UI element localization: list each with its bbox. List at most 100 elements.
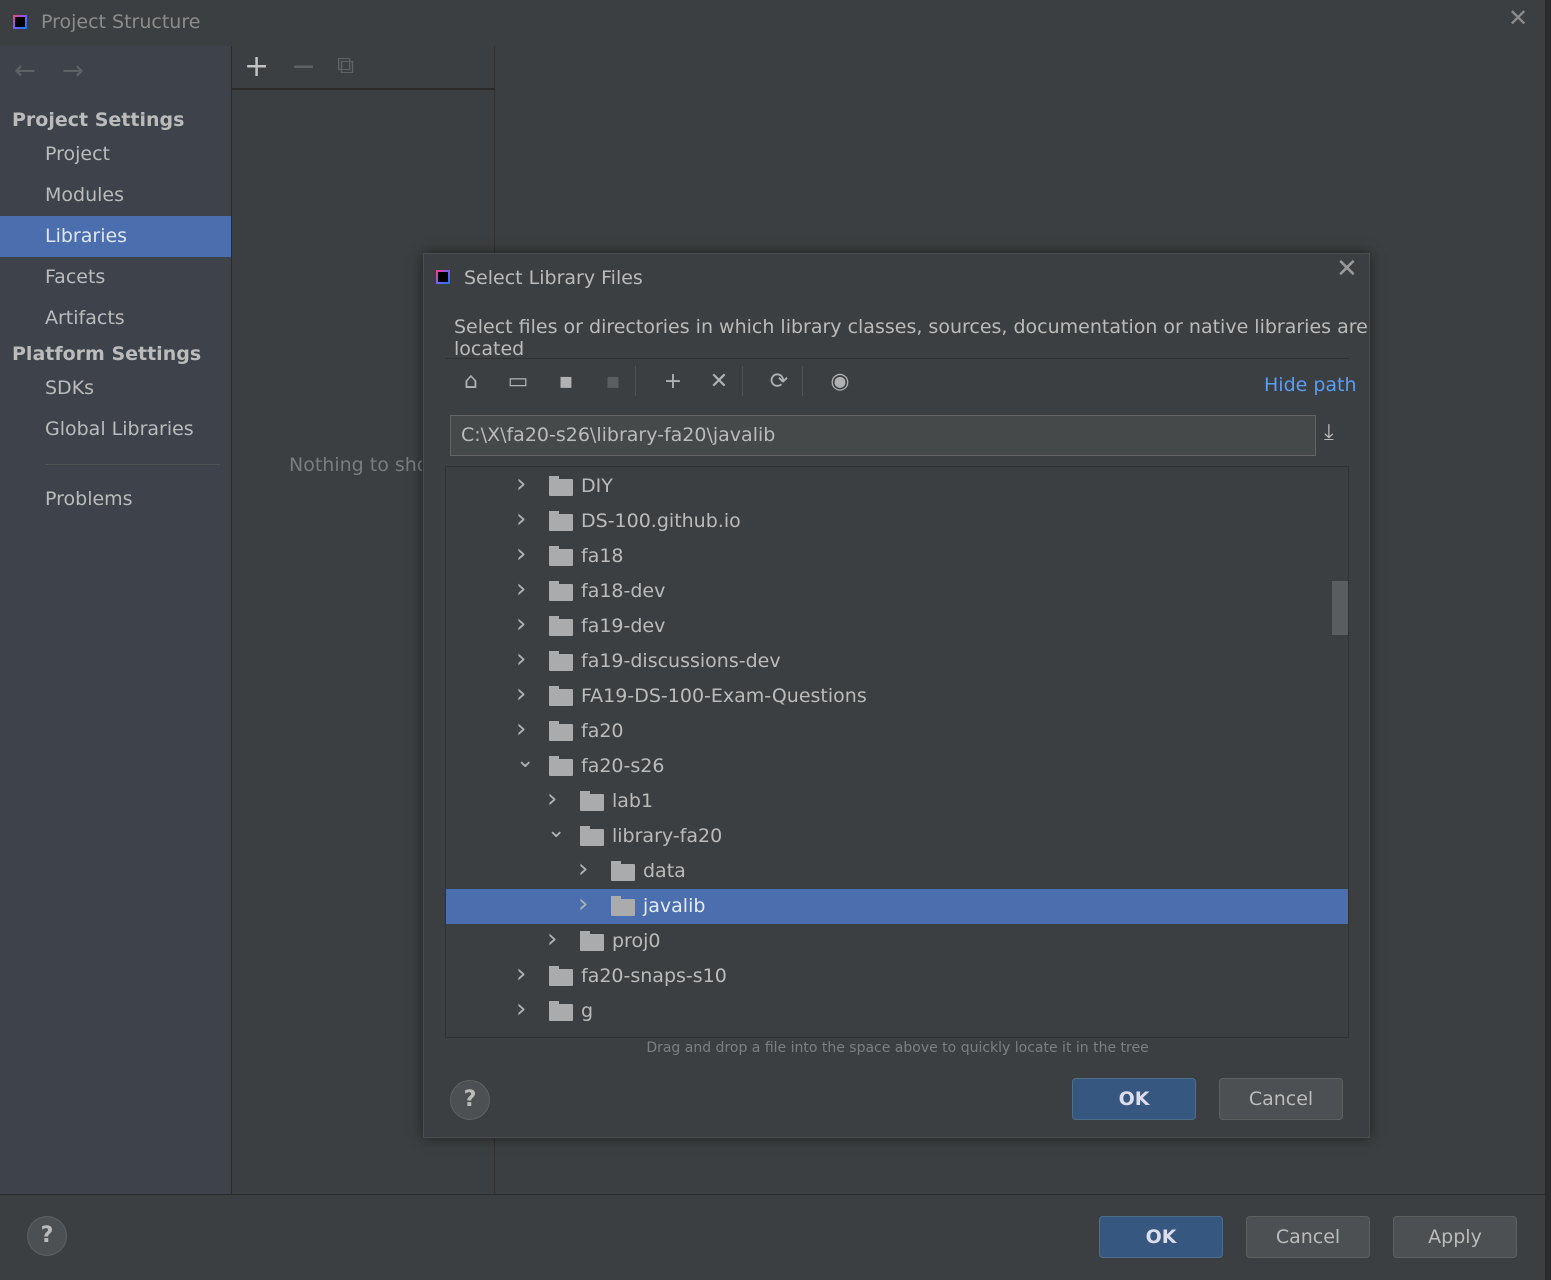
chevron-right-icon[interactable]: ›	[547, 782, 557, 817]
dialog-help-button[interactable]: ?	[450, 1080, 490, 1120]
tree-row-label: fa20-snaps-s10	[581, 965, 727, 987]
section-project-settings: Project Settings	[12, 109, 185, 131]
copy-icon[interactable]: ⧉	[337, 51, 354, 79]
tree-row[interactable]: › g	[446, 994, 1348, 1029]
tree-row[interactable]: › fa18	[446, 539, 1348, 574]
chevron-right-icon[interactable]: ›	[516, 607, 526, 642]
path-input[interactable]: C:\X\fa20-s26\library-fa20\javalib	[450, 415, 1316, 456]
window-title: Project Structure	[41, 11, 201, 33]
sidebar-item-artifacts[interactable]: Artifacts	[0, 298, 231, 339]
chevron-down-icon[interactable]: ⌄	[547, 813, 565, 848]
chevron-right-icon[interactable]: ›	[516, 572, 526, 607]
toolbar-separator	[802, 366, 803, 396]
chevron-right-icon[interactable]: ›	[578, 852, 588, 887]
sidebar-item-modules[interactable]: Modules	[0, 175, 231, 216]
home-icon[interactable]: ⌂	[456, 369, 486, 394]
tree-row[interactable]: › lab1	[446, 784, 1348, 819]
dialog-title: Select Library Files	[464, 267, 643, 289]
delete-icon[interactable]: ✕	[704, 369, 734, 394]
folder-icon	[549, 546, 573, 566]
tree-row-label: lab1	[612, 790, 654, 812]
dialog-cancel-button[interactable]: Cancel	[1219, 1078, 1343, 1120]
tree-row[interactable]: › fa19-discussions-dev	[446, 644, 1348, 679]
new-folder-icon[interactable]: +	[658, 369, 688, 394]
toolbar-separator	[742, 366, 743, 396]
tree-row-label: fa19-discussions-dev	[581, 650, 781, 672]
tree-row[interactable]: › FA19-DS-100-Exam-Questions	[446, 679, 1348, 714]
chevron-right-icon[interactable]: ›	[516, 957, 526, 992]
download-icon[interactable]: ⤓	[1324, 420, 1334, 445]
tree-row-label: g	[581, 1000, 594, 1022]
folder-icon	[580, 931, 604, 951]
title-bar	[0, 0, 1545, 46]
dialog-close-button[interactable]: ✕	[1336, 254, 1358, 284]
sidebar-item-problems[interactable]: Problems	[0, 479, 231, 520]
chevron-right-icon[interactable]: ›	[516, 467, 526, 502]
tree-row[interactable]: › data	[446, 854, 1348, 889]
sidebar-item-facets[interactable]: Facets	[0, 257, 231, 298]
chevron-right-icon[interactable]: ›	[516, 677, 526, 712]
drag-drop-hint: Drag and drop a file into the space abov…	[646, 1040, 1149, 1056]
chevron-right-icon[interactable]: ›	[516, 712, 526, 747]
tree-row[interactable]: › DS-100.github.io	[446, 504, 1348, 539]
folder-icon	[549, 511, 573, 531]
tree-row[interactable]: ⌄ library-fa20	[446, 818, 1348, 854]
chevron-right-icon[interactable]: ›	[516, 537, 526, 572]
folder-icon	[549, 1001, 573, 1021]
folder-icon	[549, 476, 573, 496]
sidebar-item-libraries[interactable]: Libraries	[0, 216, 231, 257]
dialog-ok-button[interactable]: OK	[1072, 1078, 1196, 1120]
chevron-right-icon[interactable]: ›	[516, 642, 526, 677]
back-arrow-icon[interactable]: ←	[14, 56, 36, 86]
module-folder-icon[interactable]: ▪	[598, 369, 628, 394]
sidebar-item-project[interactable]: Project	[0, 134, 231, 175]
ok-button[interactable]: OK	[1099, 1216, 1223, 1258]
file-tree[interactable]: › DIY › DS-100.github.io › fa18 › fa18-dev › fa19…	[445, 466, 1349, 1038]
intellij-logo-icon	[436, 270, 450, 284]
forward-arrow-icon[interactable]: →	[62, 56, 84, 86]
tree-row-label: library-fa20	[612, 825, 723, 847]
tree-row-label: fa20	[581, 720, 624, 742]
separator	[445, 358, 1349, 359]
tree-row-label: proj0	[612, 930, 661, 952]
add-icon[interactable]: +	[244, 49, 269, 84]
tree-scrollbar[interactable]	[1332, 581, 1348, 635]
chevron-right-icon[interactable]: ›	[578, 887, 588, 922]
tree-row[interactable]: › javalib	[446, 889, 1348, 924]
folder-icon	[611, 896, 635, 916]
help-button[interactable]: ?	[27, 1216, 67, 1256]
chevron-right-icon[interactable]: ›	[516, 992, 526, 1027]
tree-row[interactable]: › proj0	[446, 924, 1348, 959]
folder-icon	[549, 616, 573, 636]
tree-row[interactable]: › fa18-dev	[446, 574, 1348, 609]
hide-path-link[interactable]: Hide path	[1264, 374, 1357, 396]
remove-icon[interactable]: −	[291, 49, 316, 84]
refresh-icon[interactable]: ⟳	[764, 369, 794, 394]
section-platform-settings: Platform Settings	[12, 343, 202, 365]
divider	[45, 464, 220, 465]
intellij-logo-icon	[13, 15, 27, 29]
select-library-files-dialog: Select Library Files ✕ Select files or d…	[423, 253, 1370, 1138]
tree-row[interactable]: › fa19-dev	[446, 609, 1348, 644]
tree-row-label: fa19-dev	[581, 615, 666, 637]
chevron-down-icon[interactable]: ⌄	[516, 743, 534, 778]
sidebar-item-global-libraries[interactable]: Global Libraries	[0, 409, 231, 450]
cancel-button[interactable]: Cancel	[1246, 1216, 1370, 1258]
chevron-right-icon[interactable]: ›	[516, 502, 526, 537]
toolbar-separator	[635, 366, 636, 396]
desktop-icon[interactable]: ▭	[503, 369, 533, 394]
project-folder-icon[interactable]: ▪	[551, 369, 581, 394]
chevron-right-icon[interactable]: ›	[547, 922, 557, 957]
apply-button[interactable]: Apply	[1393, 1216, 1517, 1258]
library-toolbar	[231, 46, 495, 90]
tree-row[interactable]: › fa20	[446, 714, 1348, 749]
folder-icon	[580, 791, 604, 811]
show-hidden-files-icon[interactable]: ◉	[825, 369, 855, 394]
sidebar-item-sdks[interactable]: SDKs	[0, 368, 231, 409]
folder-icon	[549, 686, 573, 706]
tree-row[interactable]: › DIY	[446, 469, 1348, 504]
close-window-button[interactable]: ✕	[1508, 4, 1528, 32]
folder-icon	[549, 651, 573, 671]
tree-row[interactable]: › fa20-snaps-s10	[446, 959, 1348, 994]
tree-row[interactable]: ⌄ fa20-s26	[446, 748, 1348, 784]
